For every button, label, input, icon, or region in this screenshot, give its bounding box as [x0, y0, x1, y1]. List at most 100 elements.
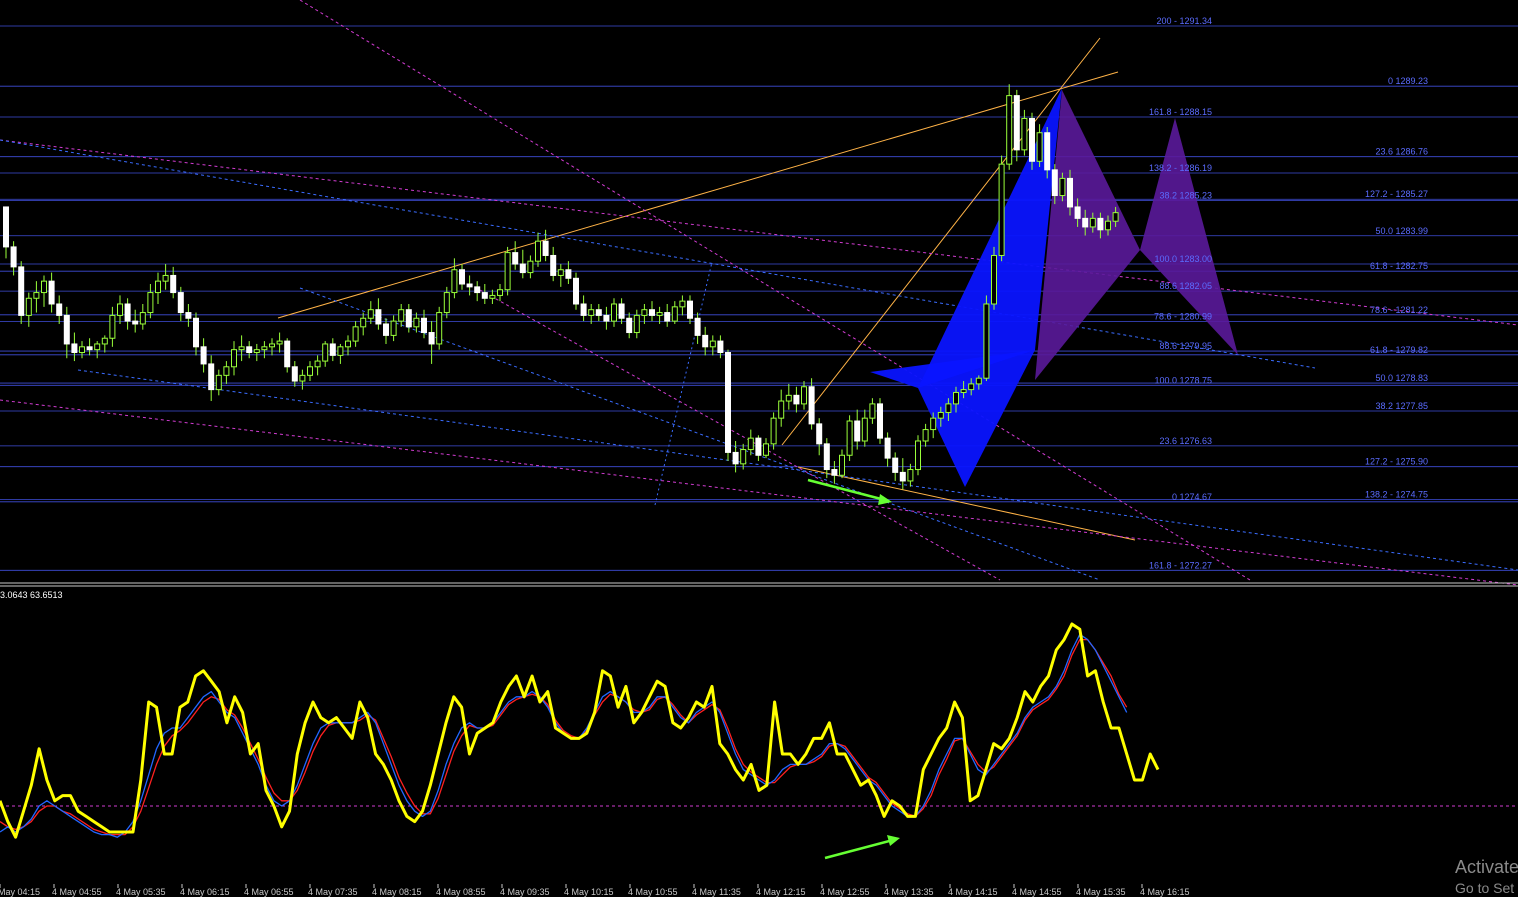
fib-level-label: 38.2 1277.85: [1375, 401, 1428, 411]
candle-body: [86, 346, 93, 351]
candle-body: [345, 340, 351, 348]
candle-body: [823, 443, 830, 471]
candle-body: [1006, 95, 1013, 165]
candle-body: [831, 469, 838, 476]
candle-body: [1067, 177, 1073, 208]
candle-body: [276, 340, 283, 345]
candle-body: [147, 292, 154, 314]
time-tick-label: 4 May 10:15: [564, 887, 614, 897]
candle-body: [1021, 117, 1028, 151]
candle-body: [854, 420, 861, 442]
candle-body: [801, 386, 807, 405]
candle-body: [56, 303, 63, 316]
candle-body: [390, 320, 397, 336]
candle-body: [573, 277, 579, 305]
candle-body: [512, 252, 519, 265]
candle-body: [18, 266, 25, 316]
fib-level-label: 61.8 - 1279.82: [1370, 345, 1428, 355]
candle-body: [451, 269, 458, 294]
candle-body: [413, 317, 420, 328]
candle-body: [892, 457, 899, 473]
candle-body: [937, 411, 944, 419]
candle-body: [968, 383, 975, 391]
candle-body: [208, 363, 215, 391]
candle-body: [603, 314, 610, 322]
candle-body: [459, 269, 465, 285]
time-tick-label: 4 May 12:15: [756, 887, 806, 897]
fib-level-label: 127.2 - 1275.90: [1365, 457, 1428, 467]
candle-body: [428, 332, 435, 345]
candle-body: [656, 312, 663, 316]
candle-body: [1013, 95, 1020, 151]
activate-watermark-line2: Go to Set: [1455, 880, 1515, 896]
candle-body: [322, 343, 329, 362]
candle-body: [307, 366, 313, 376]
candle-body: [953, 391, 959, 405]
time-tick-label: 4 May 13:35: [884, 887, 934, 897]
candle-body: [542, 240, 549, 256]
candle-body: [329, 343, 336, 356]
candle-body: [375, 309, 382, 325]
candle-body: [117, 303, 123, 316]
candle-body: [41, 280, 47, 294]
candle-body: [755, 437, 762, 456]
candle-body: [998, 163, 1005, 256]
candle-body: [732, 451, 739, 465]
candle-body: [535, 240, 541, 262]
candle-body: [443, 292, 450, 314]
candle-body: [253, 349, 260, 354]
candle-body: [185, 312, 192, 319]
candle-body: [200, 346, 207, 365]
candle-body: [79, 346, 85, 354]
candle-body: [48, 280, 55, 305]
time-tick-label: 4 May 15:35: [1076, 887, 1126, 897]
candle-body: [922, 429, 929, 442]
candle-body: [162, 274, 169, 282]
fib-level-label: 78.6 - 1281.22: [1370, 305, 1428, 315]
candle-body: [975, 377, 982, 385]
candle-body: [481, 292, 488, 299]
candle-body: [436, 312, 443, 345]
candle-body: [155, 280, 161, 294]
fib-level-label: 161.8 - 1288.15: [1149, 107, 1212, 117]
time-tick-label: 4 May 12:55: [820, 887, 870, 897]
candle-body: [3, 206, 9, 248]
fib-level-label: 38.2 1285.23: [1159, 190, 1212, 200]
candle-body: [1105, 220, 1111, 231]
chart-canvas: 200 - 1291.34 0 1289.23 161.8 - 1288.15 23.…: [0, 0, 1518, 897]
candle-body: [930, 417, 937, 431]
candle-body: [421, 317, 427, 334]
candle-body: [527, 260, 534, 274]
fib-level-label: 127.2 - 1285.27: [1365, 189, 1428, 199]
candle-body: [861, 417, 868, 442]
candle-body: [611, 303, 617, 322]
candle-body: [497, 289, 503, 296]
candle-body: [170, 274, 177, 294]
candle-body: [679, 300, 686, 308]
candle-body: [877, 403, 883, 439]
time-tick-label: 4 May 10:55: [628, 887, 678, 897]
candle-body: [474, 286, 481, 294]
candle-body: [846, 420, 853, 456]
time-tick-label: May 04:15: [0, 887, 40, 897]
activate-watermark-line1: Activate: [1455, 857, 1518, 877]
candle-body: [618, 303, 625, 319]
candle-body: [1074, 206, 1081, 219]
fib-level-label: 88.6 1282.05: [1159, 281, 1212, 291]
candle-body: [383, 323, 389, 336]
candle-body: [884, 437, 891, 459]
candle-body: [124, 303, 131, 322]
candle-body: [231, 349, 237, 368]
candle-body: [793, 394, 800, 405]
candle-body: [177, 292, 184, 314]
candle-body: [915, 440, 921, 471]
fib-level-label: 100.0 1278.75: [1154, 375, 1212, 385]
candle-body: [747, 437, 754, 451]
candle-body: [945, 403, 952, 413]
candle-body: [10, 246, 17, 268]
candle-body: [215, 374, 222, 391]
candle-body: [649, 309, 655, 316]
time-tick-label: 4 May 09:35: [500, 887, 550, 897]
candle-body: [25, 297, 32, 316]
time-tick-label: 4 May 06:15: [180, 887, 230, 897]
